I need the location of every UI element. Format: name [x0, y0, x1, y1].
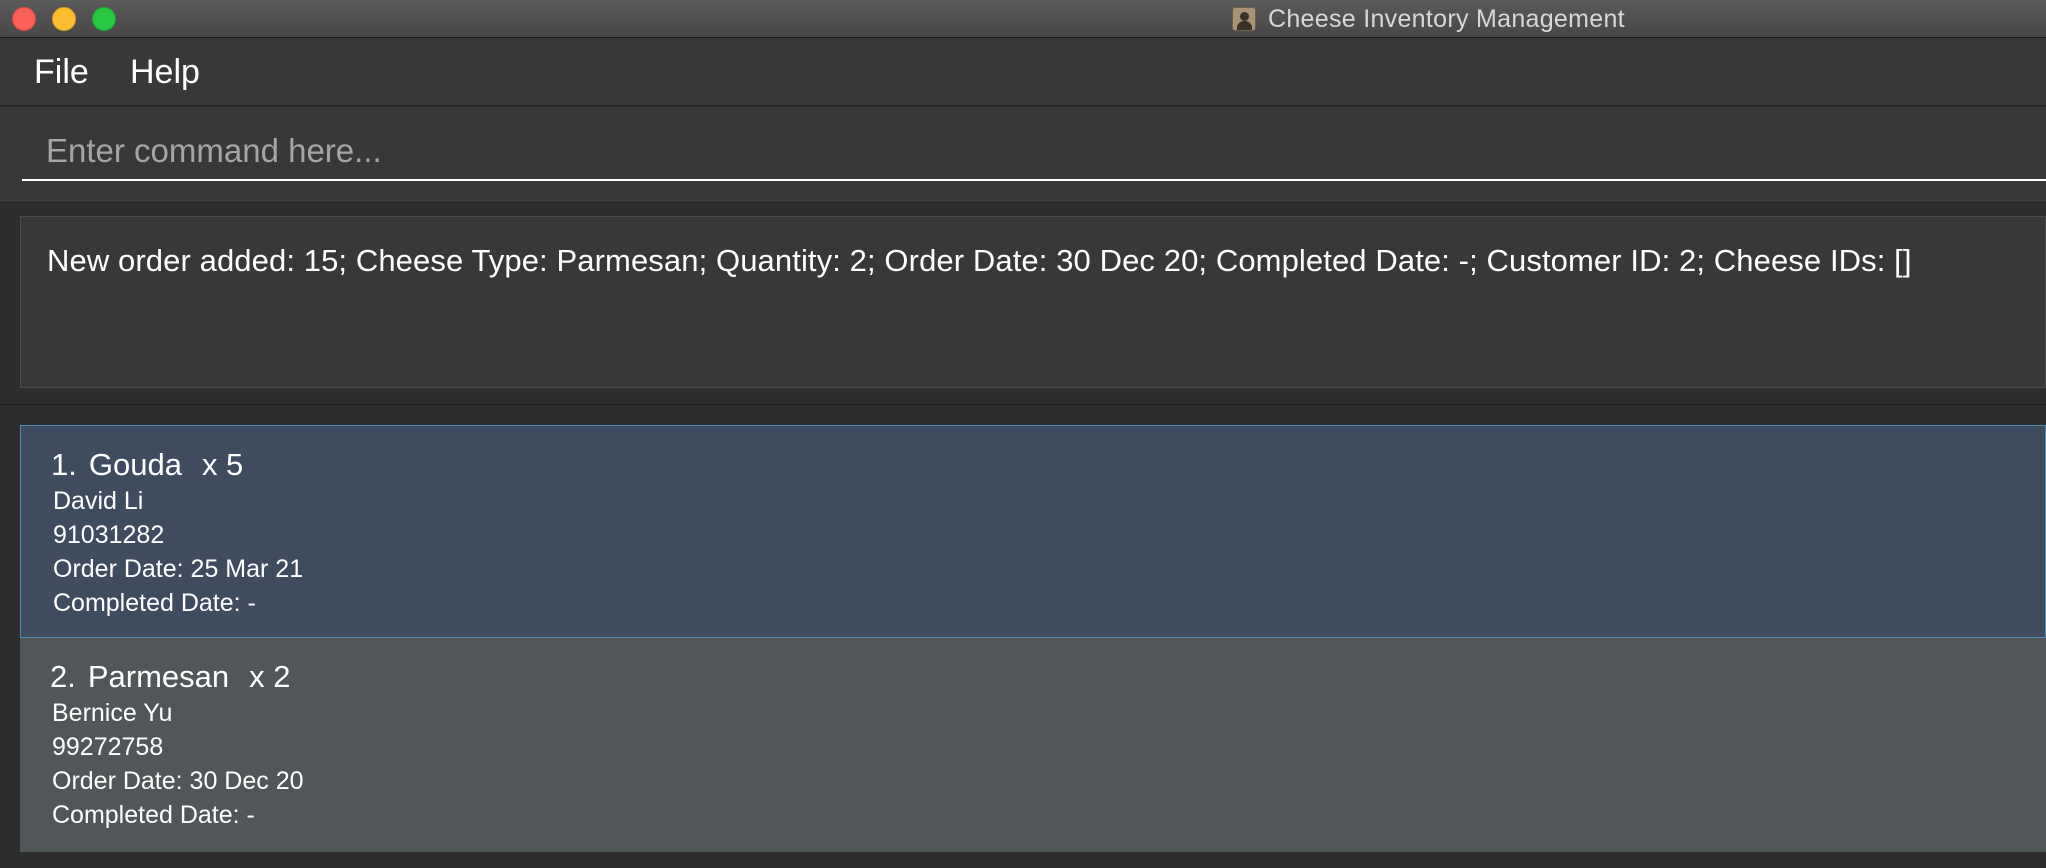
title-bar: Cheese Inventory Management — [0, 0, 2046, 38]
order-index: 1. — [51, 447, 77, 482]
order-card-2[interactable]: 2. Parmesan x 2 Bernice Yu 99272758 Orde… — [20, 638, 2046, 852]
order-card-header: 1. Gouda x 5 — [51, 446, 243, 484]
order-list[interactable]: 1. Gouda x 5 David Li 91031282 Order Dat… — [0, 404, 2046, 868]
order-cheese-type: Parmesan — [87, 659, 230, 694]
app-icon — [1232, 7, 1256, 31]
order-completed-date: Completed Date: - — [53, 589, 256, 617]
order-cheese-type: Gouda — [88, 447, 182, 482]
command-input[interactable] — [22, 123, 2046, 181]
order-card-header: 2. Parmesan x 2 — [50, 658, 291, 696]
result-message: New order added: 15; Cheese Type: Parmes… — [47, 243, 1912, 278]
order-quantity: x 5 — [201, 447, 244, 482]
order-customer-phone: 91031282 — [53, 521, 165, 549]
close-window-button[interactable] — [12, 7, 36, 31]
order-completed-date: Completed Date: - — [52, 801, 255, 829]
menu-bar: File Help — [0, 38, 2046, 106]
order-card-1[interactable]: 1. Gouda x 5 David Li 91031282 Order Dat… — [20, 425, 2046, 638]
order-date: Order Date: 30 Dec 20 — [52, 767, 304, 795]
order-index: 2. — [50, 659, 76, 694]
window-title-group: Cheese Inventory Management — [1232, 4, 1625, 34]
result-display: New order added: 15; Cheese Type: Parmes… — [20, 216, 2046, 388]
order-date: Order Date: 25 Mar 21 — [53, 555, 304, 583]
order-customer-name: Bernice Yu — [52, 699, 173, 727]
order-customer-phone: 99272758 — [52, 733, 164, 761]
menu-help[interactable]: Help — [130, 52, 200, 92]
menu-file[interactable]: File — [34, 52, 89, 92]
command-box-area — [0, 107, 2046, 203]
order-customer-name: David Li — [53, 487, 144, 515]
result-panel: New order added: 15; Cheese Type: Parmes… — [0, 204, 2046, 404]
maximize-window-button[interactable] — [92, 7, 116, 31]
window-title: Cheese Inventory Management — [1268, 4, 1625, 33]
order-quantity: x 2 — [249, 659, 291, 694]
minimize-window-button[interactable] — [52, 7, 76, 31]
